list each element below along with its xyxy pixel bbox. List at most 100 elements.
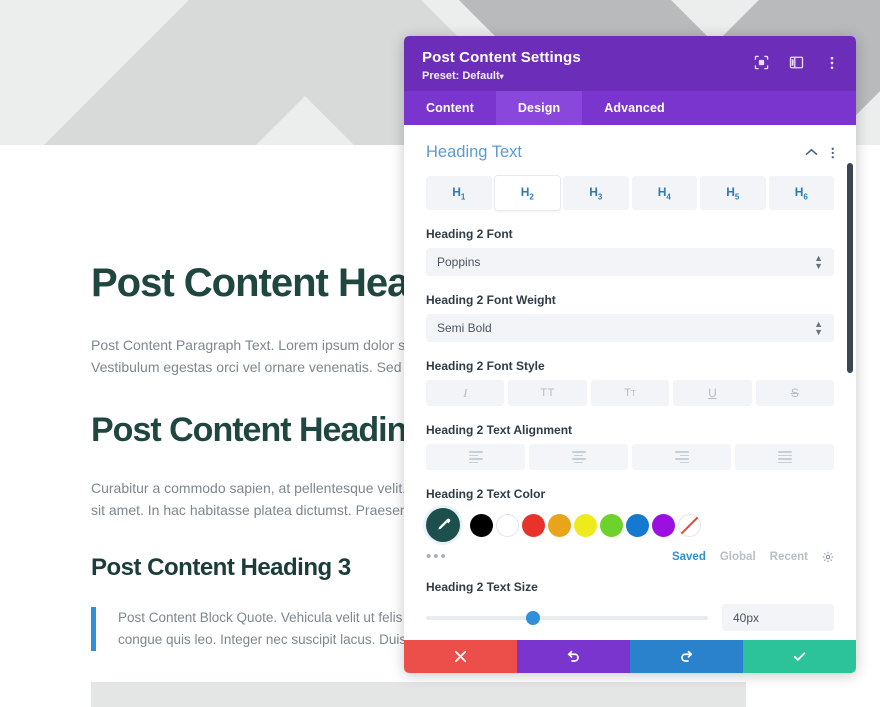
font-label: Heading 2 Font	[426, 227, 513, 242]
save-button[interactable]	[743, 640, 856, 673]
font-style-field: Heading 2 Font Style I TT TT U S	[426, 359, 835, 407]
h6-sub: 6	[803, 192, 808, 202]
eyedropper-icon[interactable]	[426, 508, 460, 543]
screen: Post Content Heading 1 Post Content Para…	[0, 0, 880, 707]
swatch-red[interactable]	[522, 513, 545, 537]
text-size-slider[interactable]	[426, 610, 708, 625]
font-weight-select[interactable]: Semi Bold ▲ ▼	[426, 314, 834, 343]
uppercase-glyph: TT	[540, 387, 555, 400]
align-center-glyph	[571, 451, 586, 464]
modal-footer	[404, 640, 856, 673]
h5-sub: 5	[734, 192, 740, 202]
align-justify-glyph	[777, 451, 792, 464]
font-field: Heading 2 Font Poppins ▲ ▼	[426, 227, 834, 277]
undo-button[interactable]	[517, 640, 630, 673]
uppercase-icon[interactable]: TT	[508, 380, 587, 407]
swatch-black[interactable]	[470, 513, 493, 537]
more-vertical-icon[interactable]	[831, 146, 835, 160]
font-value: Poppins	[437, 255, 481, 270]
color-source-tabs: Saved Global Recent	[672, 551, 834, 563]
h5-label: H	[726, 185, 735, 199]
section-controls	[805, 146, 835, 160]
swatch-white[interactable]	[496, 513, 519, 537]
align-justify-icon[interactable]	[735, 444, 834, 471]
redo-button[interactable]	[630, 640, 743, 673]
more-colors-icon[interactable]: •••	[426, 549, 448, 564]
font-style-label: Heading 2 Font Style	[426, 359, 545, 374]
modal-header-icons	[753, 54, 840, 71]
underline-glyph: U	[708, 386, 717, 401]
modal-header: Post Content Settings Preset: Default▾	[404, 36, 856, 91]
focus-icon[interactable]	[753, 54, 770, 71]
swatch-green[interactable]	[600, 513, 623, 537]
chevron-updown-icon: ▲ ▼	[814, 253, 823, 272]
h2-sub: 2	[529, 192, 534, 202]
section-title: Heading Text	[426, 143, 523, 161]
swatch-orange[interactable]	[548, 513, 571, 537]
post-content-settings-modal: Post Content Settings Preset: Default▾ C…	[404, 36, 856, 673]
check-icon	[793, 652, 806, 661]
swatch-transparent[interactable]	[678, 513, 701, 537]
color-tab-saved[interactable]: Saved	[672, 551, 706, 563]
close-icon	[454, 650, 467, 663]
chevron-up-icon[interactable]	[805, 148, 818, 157]
more-vertical-icon[interactable]	[823, 54, 840, 71]
color-swatch-footer: ••• Saved Global Recent	[426, 549, 834, 564]
text-size-row: 40px	[426, 604, 834, 632]
heading-level-h1[interactable]: H1	[426, 176, 492, 211]
align-right-glyph	[674, 451, 689, 464]
swatch-yellow[interactable]	[574, 513, 597, 537]
slider-track	[426, 615, 708, 620]
heading-level-h5[interactable]: H5	[700, 176, 766, 211]
italic-icon[interactable]: I	[426, 380, 505, 407]
heading-level-h2[interactable]: H2	[494, 176, 560, 211]
align-left-icon[interactable]	[426, 444, 525, 471]
strikethrough-icon[interactable]: S	[755, 380, 835, 407]
align-left-glyph	[468, 451, 483, 464]
slider-knob[interactable]	[526, 610, 541, 625]
italic-glyph: I	[463, 385, 468, 400]
underline-icon[interactable]: U	[673, 380, 752, 407]
swatch-blue[interactable]	[626, 513, 649, 537]
tab-content[interactable]: Content	[404, 91, 496, 125]
h1-label: H	[452, 185, 461, 199]
text-alignment-field: Heading 2 Text Alignment	[426, 423, 834, 471]
text-color-field: Heading 2 Text Color ••• Saved Global Re…	[426, 487, 834, 564]
text-alignment-label: Heading 2 Text Alignment	[426, 423, 573, 438]
heading-level-h6[interactable]: H6	[768, 176, 834, 211]
settings-scroll-area: Heading Text H1 H2 H3 H4 H5 H6 Heading 2…	[404, 125, 856, 640]
preset-selector[interactable]: Preset: Default▾	[422, 70, 838, 82]
swatch-purple[interactable]	[652, 513, 675, 537]
small-caps-glyph: TT	[624, 387, 636, 400]
font-select[interactable]: Poppins ▲ ▼	[426, 248, 834, 277]
text-alignment-buttons	[426, 444, 834, 471]
scrollbar-thumb[interactable]	[847, 163, 853, 373]
cancel-button[interactable]	[404, 640, 517, 673]
heading-level-tabs: H1 H2 H3 H4 H5 H6	[426, 176, 834, 211]
color-tab-recent[interactable]: Recent	[770, 551, 808, 563]
tab-advanced[interactable]: Advanced	[582, 91, 687, 125]
h3-label: H	[589, 185, 598, 199]
align-right-icon[interactable]	[632, 444, 731, 471]
layout-icon[interactable]	[788, 54, 805, 71]
text-color-label: Heading 2 Text Color	[426, 487, 546, 502]
redo-icon	[681, 650, 693, 662]
small-caps-icon[interactable]: TT	[590, 380, 670, 407]
chevron-down-icon: ▾	[499, 72, 504, 81]
h4-sub: 4	[666, 192, 671, 202]
chevron-updown-icon: ▲ ▼	[814, 319, 823, 338]
font-weight-field: Heading 2 Font Weight Semi Bold ▲ ▼	[426, 293, 834, 343]
heading-text-section-header: Heading Text	[426, 125, 834, 176]
align-center-icon[interactable]	[529, 444, 628, 471]
h1-sub: 1	[460, 192, 466, 202]
font-weight-value: Semi Bold	[437, 321, 492, 336]
gear-icon[interactable]	[822, 551, 834, 563]
tab-design[interactable]: Design	[495, 91, 583, 125]
text-size-field: Heading 2 Text Size 40px	[426, 580, 834, 632]
text-size-input[interactable]: 40px	[722, 604, 834, 632]
heading-level-h3[interactable]: H3	[563, 176, 629, 211]
color-tab-global[interactable]: Global	[720, 551, 756, 563]
h3-sub: 3	[597, 192, 603, 202]
modal-tabs: Content Design Advanced	[404, 91, 856, 125]
heading-level-h4[interactable]: H4	[631, 176, 697, 211]
